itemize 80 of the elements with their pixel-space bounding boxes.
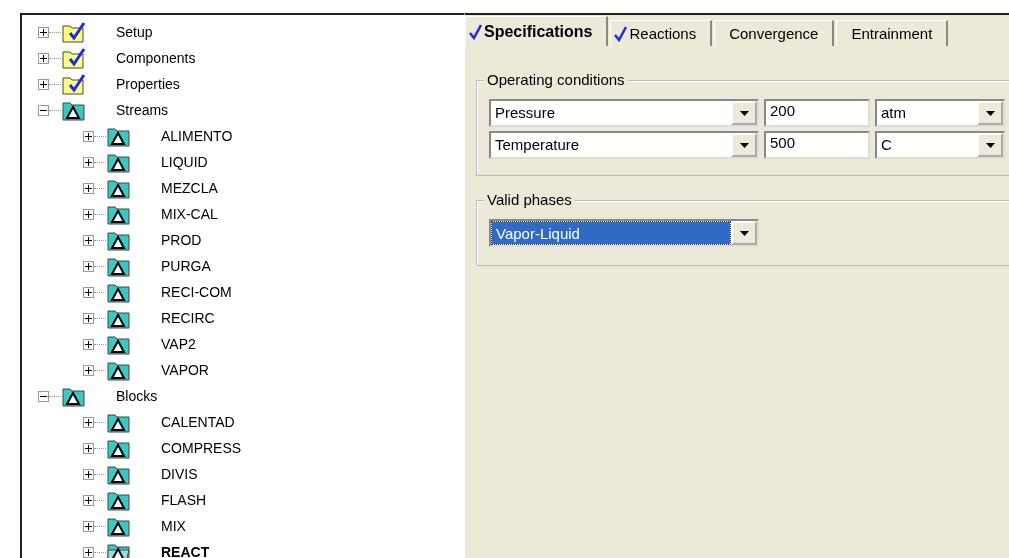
tree-item[interactable]: RECI-COM	[161, 284, 232, 300]
triangle-folder-icon	[106, 177, 132, 199]
tree-item[interactable]: VAPOR	[161, 362, 209, 378]
tree-item[interactable]: LIQUID	[161, 154, 208, 170]
tab[interactable]: Specifications	[465, 16, 609, 46]
dropdown-arrow-icon	[985, 110, 995, 116]
tab[interactable]: Entrainment	[836, 20, 949, 46]
checked-folder-icon	[61, 21, 87, 43]
tree-item[interactable]: DIVIS	[161, 466, 198, 482]
tree-item[interactable]: ALIMENTO	[161, 128, 233, 144]
expand-icon[interactable]	[83, 520, 94, 532]
triangle-folder-icon	[61, 385, 87, 407]
tree-item[interactable]: Setup	[116, 24, 153, 40]
expand-icon[interactable]	[83, 286, 94, 298]
tab[interactable]: Convergence	[714, 20, 835, 46]
expand-icon[interactable]	[83, 364, 94, 376]
tree-item[interactable]: PURGA	[161, 258, 211, 274]
expand-icon[interactable]	[83, 546, 94, 558]
tree-item[interactable]: COMPRESS	[161, 440, 242, 456]
tree-item[interactable]: CALENTAD	[161, 414, 235, 430]
group-title: Valid phases	[484, 191, 575, 208]
triangle-folder-icon	[106, 515, 132, 537]
dropdown-arrow-icon	[739, 110, 749, 116]
dropdown-arrow-icon	[739, 142, 749, 148]
tree-item[interactable]: Components	[116, 50, 196, 66]
tree-item[interactable]: Properties	[116, 76, 180, 92]
triangle-folder-icon	[106, 333, 132, 355]
checked-folder-icon	[61, 73, 87, 95]
tree-item[interactable]: FLASH	[161, 492, 207, 508]
tree-item[interactable]: Blocks	[116, 388, 158, 404]
collapse-icon[interactable]	[38, 390, 49, 402]
tree-item[interactable]: MIX	[161, 518, 186, 534]
triangle-folder-icon	[61, 99, 87, 121]
tree-item[interactable]: VAP2	[161, 336, 196, 352]
tree-item[interactable]: MIX-CAL	[161, 206, 218, 222]
expand-icon[interactable]	[83, 156, 94, 168]
unit-dropdown[interactable]: atm	[875, 99, 1005, 127]
dropdown-arrow-icon	[739, 230, 749, 236]
triangle-folder-icon	[106, 411, 132, 433]
expand-icon[interactable]	[83, 260, 94, 272]
collapse-icon[interactable]	[38, 104, 49, 116]
value-field[interactable]: 500	[764, 131, 870, 159]
tab[interactable]: Reactions	[610, 20, 713, 46]
expand-icon[interactable]	[83, 494, 94, 506]
tree-item[interactable]: RECIRC	[161, 310, 215, 326]
triangle-folder-icon	[106, 489, 132, 511]
expand-icon[interactable]	[83, 312, 94, 324]
expand-icon[interactable]	[83, 130, 94, 142]
dropdown-arrow-icon	[985, 142, 995, 148]
triangle-folder-icon	[106, 125, 132, 147]
expand-icon[interactable]	[83, 208, 94, 220]
triangle-folder-icon	[106, 281, 132, 303]
expand-icon[interactable]	[83, 234, 94, 246]
value-field[interactable]: 200	[764, 99, 870, 127]
tree-item[interactable]: REACT	[161, 544, 210, 558]
expand-icon[interactable]	[38, 78, 49, 90]
tree-item[interactable]: PROD	[161, 232, 202, 248]
expand-icon[interactable]	[38, 52, 49, 64]
expand-icon[interactable]	[83, 416, 94, 428]
expand-icon[interactable]	[83, 338, 94, 350]
tree-item[interactable]: MEZCLA	[161, 180, 218, 196]
checked-folder-icon	[61, 47, 87, 69]
triangle-folder-icon	[106, 203, 132, 225]
triangle-folder-icon	[106, 255, 132, 277]
triangle-folder-icon	[106, 359, 132, 381]
triangle-folder-icon	[106, 463, 132, 485]
expand-icon[interactable]	[83, 182, 94, 194]
tree-item[interactable]: Streams	[116, 102, 169, 118]
triangle-folder-icon	[106, 307, 132, 329]
triangle-folder-icon	[106, 437, 132, 459]
triangle-folder-icon	[106, 229, 132, 251]
group-title: Operating conditions	[484, 71, 628, 88]
unit-dropdown[interactable]: C	[875, 131, 1005, 159]
variable-dropdown[interactable]: Pressure	[489, 99, 759, 127]
phases-dropdown[interactable]: Vapor-Liquid	[489, 219, 759, 247]
triangle-folder-icon	[106, 151, 132, 173]
expand-icon[interactable]	[83, 442, 94, 454]
expand-icon[interactable]	[38, 26, 49, 38]
variable-dropdown[interactable]: Temperature	[489, 131, 759, 159]
expand-icon[interactable]	[83, 468, 94, 480]
